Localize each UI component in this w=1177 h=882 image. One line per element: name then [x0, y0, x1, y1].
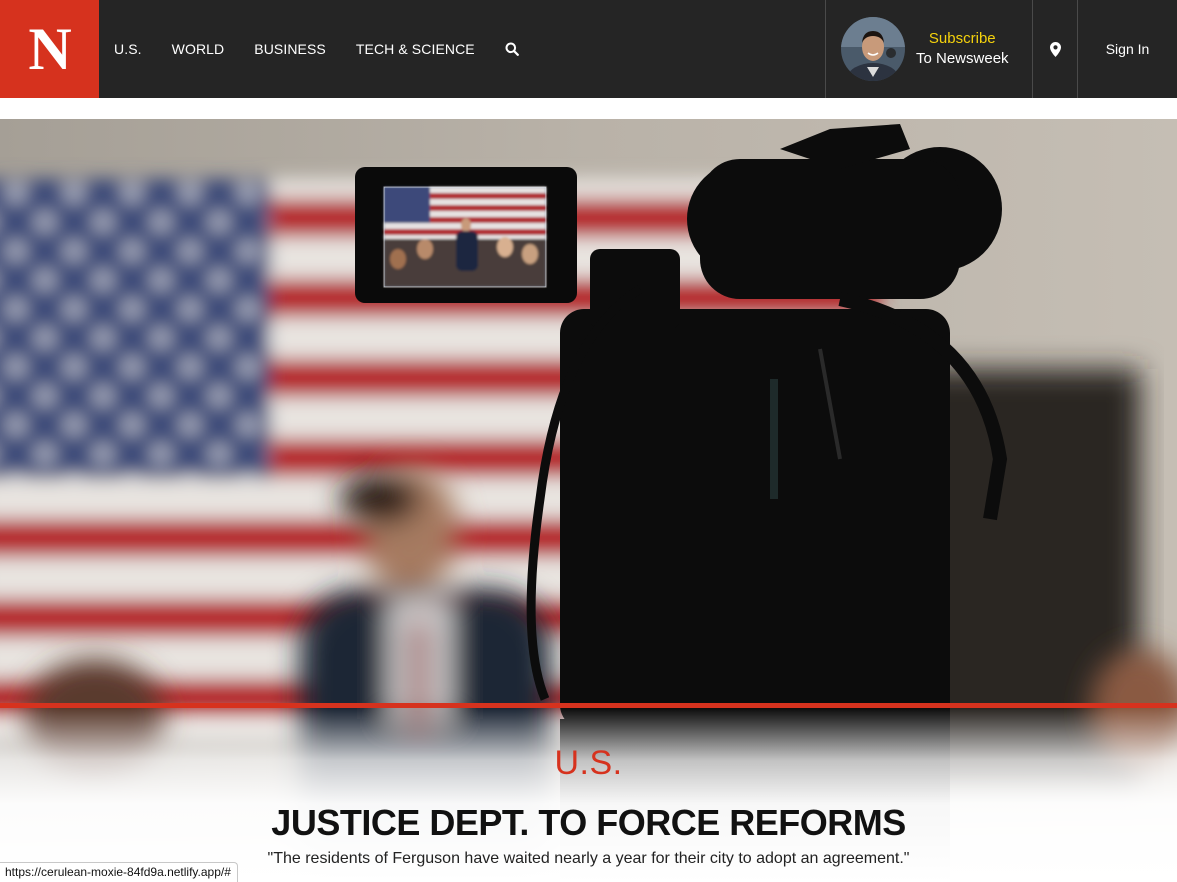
subscribe-avatar: [841, 17, 905, 81]
featured-article: U.S. JUSTICE DEPT. TO FORCE REFORMS "The…: [0, 703, 1177, 882]
nav-link-business[interactable]: BUSINESS: [254, 41, 326, 57]
newsweek-logo[interactable]: N: [0, 0, 99, 98]
subscribe-text: Subscribe To Newsweek: [916, 29, 1009, 69]
subscribe-label: Subscribe: [928, 30, 996, 47]
search-button[interactable]: [505, 42, 519, 56]
nav-link-tech-science[interactable]: TECH & SCIENCE: [356, 41, 475, 57]
status-bar-url: https://cerulean-moxie-84fd9a.netlify.ap…: [0, 862, 238, 882]
search-icon: [505, 42, 519, 56]
subscribe-sublabel: To Newsweek: [916, 50, 1009, 67]
article-headline[interactable]: JUSTICE DEPT. TO FORCE REFORMS: [0, 803, 1177, 843]
subscribe-button[interactable]: Subscribe To Newsweek: [825, 0, 1032, 98]
main-nav: U.S. WORLD BUSINESS TECH & SCIENCE: [99, 0, 519, 98]
map-pin-icon: [1049, 41, 1061, 57]
header-actions: Subscribe To Newsweek Sign In: [825, 0, 1177, 98]
article-category[interactable]: U.S.: [554, 744, 622, 783]
site-header: N U.S. WORLD BUSINESS TECH & SCIENCE Sub…: [0, 0, 1177, 98]
sign-in-link[interactable]: Sign In: [1078, 0, 1177, 98]
location-button[interactable]: [1032, 0, 1078, 98]
nav-link-world[interactable]: WORLD: [172, 41, 225, 57]
nav-link-us[interactable]: U.S.: [114, 41, 142, 57]
